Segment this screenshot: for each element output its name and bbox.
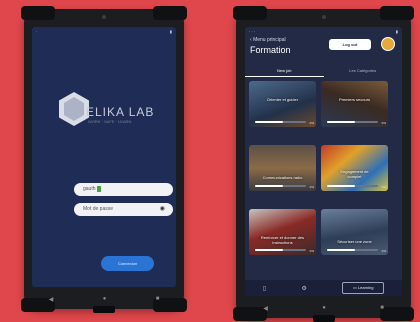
document-icon[interactable]: ▯ — [263, 285, 266, 292]
status-bar: · · · ▮ — [249, 28, 398, 34]
tablet-formation: · · · ▮ ‹ Menu principal Formation Log ou… — [233, 6, 414, 322]
bumper — [21, 6, 55, 20]
learning-tab[interactable]: ▭ Learning — [342, 282, 385, 294]
brand-name: ELIKA LAB — [86, 105, 155, 119]
course-card[interactable]: Sécuriser une zone 0% — [321, 209, 388, 255]
page-title: Formation — [250, 45, 291, 55]
login-button[interactable]: Connexion — [101, 256, 154, 271]
password-input[interactable]: Mot de passe ◉ — [74, 203, 173, 216]
progress-percent: 0% — [309, 121, 314, 125]
progress-bar — [327, 249, 378, 251]
progress-bar — [255, 249, 306, 251]
brand-tagline: WORK · SAFE · LEARN — [88, 119, 132, 124]
progress-fill — [255, 249, 284, 251]
progress-percent: 0% — [381, 249, 386, 253]
progress-fill — [327, 249, 356, 251]
tabs: New job Les Catégories — [245, 67, 402, 77]
course-title: Engagement de complet — [340, 169, 369, 179]
progress-percent: 0% — [381, 121, 386, 125]
eye-icon[interactable]: ◉ — [160, 203, 165, 216]
course-title: Communications radio — [262, 175, 303, 180]
recents-nav-icon[interactable]: ■ — [156, 296, 160, 302]
tablet-login: · ▮ ELIKA LAB WORK · SAFE · LEARN gauth M… — [21, 6, 187, 313]
system-nav: ◀ ● ■ — [24, 293, 184, 305]
username-value: gauth — [83, 186, 96, 192]
course-card[interactable]: Renforcer et donner des instructions 0% — [249, 209, 316, 255]
text-cursor — [96, 185, 101, 192]
header: ‹ Menu principal Formation Log out — [245, 35, 402, 65]
username-input[interactable]: gauth — [74, 183, 173, 196]
progress-percent: 0% — [309, 249, 314, 253]
elika-logo: ELIKA LAB WORK · SAFE · LEARN — [58, 91, 168, 131]
progress-bar — [327, 121, 378, 123]
login-screen: · ▮ — [32, 27, 176, 287]
status-bar: · ▮ — [36, 28, 172, 34]
progress-fill — [327, 185, 356, 187]
learning-label: Learning — [357, 285, 374, 290]
bottom-nav: ▯ ⚙ ▭ Learning — [245, 280, 402, 296]
course-card[interactable]: Communications radio 0% — [249, 145, 316, 191]
camera-icon — [102, 15, 106, 19]
progress-percent: 0% — [309, 185, 314, 189]
progress-fill — [255, 121, 284, 123]
dock-connector — [93, 306, 115, 313]
bumper — [380, 6, 414, 20]
course-card[interactable]: Engagement de complet 0% — [321, 145, 388, 191]
home-nav-icon[interactable]: ● — [103, 296, 107, 302]
tab-categories[interactable]: Les Catégories — [324, 67, 403, 77]
course-card[interactable]: Premiers secours 0% — [321, 81, 388, 127]
back-nav-icon[interactable]: ◀ — [49, 296, 54, 303]
progress-bar — [255, 185, 306, 187]
recents-nav-icon[interactable]: ■ — [380, 305, 384, 311]
course-title: Sécuriser une zone — [337, 239, 372, 244]
progress-percent: 0% — [381, 185, 386, 189]
system-nav: ◀ ● ■ — [236, 302, 411, 314]
progress-fill — [255, 185, 284, 187]
tab-new-job[interactable]: New job — [245, 67, 324, 77]
logout-button[interactable]: Log out — [329, 39, 371, 50]
bumper — [153, 6, 187, 20]
back-link[interactable]: ‹ Menu principal — [250, 37, 286, 43]
formation-screen: · · · ▮ ‹ Menu principal Formation Log ou… — [245, 27, 402, 296]
avatar[interactable] — [381, 37, 395, 51]
course-title: Premiers secours — [338, 97, 371, 102]
progress-fill — [327, 121, 356, 123]
course-card[interactable]: Orienter et guider 0% — [249, 81, 316, 127]
password-placeholder: Mot de passe — [83, 206, 114, 212]
camera-icon — [321, 15, 326, 19]
back-label: Menu principal — [253, 37, 286, 43]
back-nav-icon[interactable]: ◀ — [263, 305, 268, 312]
course-title: Renforcer et donner des instructions — [260, 235, 305, 245]
bumper — [233, 6, 267, 20]
home-nav-icon[interactable]: ● — [322, 305, 326, 311]
progress-bar — [327, 185, 378, 187]
dock-connector — [312, 315, 335, 322]
progress-bar — [255, 121, 306, 123]
course-title: Orienter et guider — [266, 97, 299, 102]
settings-icon[interactable]: ⚙ — [301, 285, 306, 292]
